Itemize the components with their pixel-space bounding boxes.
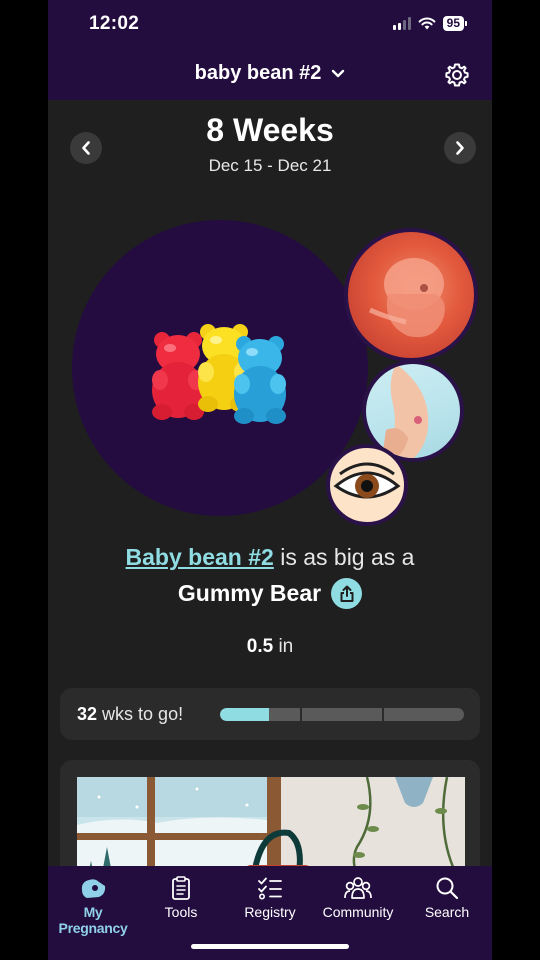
share-icon: [340, 585, 354, 602]
pregnancy-progress-bar: [220, 707, 464, 721]
fetus-development-thumbnail[interactable]: [344, 228, 478, 362]
size-length-value: 0.5: [246, 636, 274, 657]
baby-name-link[interactable]: Baby bean #2: [126, 544, 274, 570]
week-title: 8 Weeks: [206, 112, 334, 148]
blue-gummy-bear: [234, 336, 286, 424]
tab-search[interactable]: Search: [402, 876, 492, 920]
tab-label: Community: [322, 904, 394, 920]
pregnancy-icon: [81, 879, 106, 898]
phone-frame: 12:02 95 baby bean #2 8 Weeks Dec 15 - D…: [0, 0, 540, 960]
next-week-button[interactable]: [444, 132, 476, 164]
clipboard-icon: [172, 876, 190, 900]
eye-image: [333, 462, 401, 499]
profile-switcher[interactable]: baby bean #2: [48, 62, 492, 85]
checklist-icon: [258, 877, 282, 900]
pregnancy-progress-fill: [220, 707, 269, 721]
tab-my-pregnancy[interactable]: My Pregnancy: [48, 876, 138, 936]
trimester-divider: [382, 707, 384, 721]
week-date-range: Dec 15 - Dec 21: [208, 156, 332, 175]
share-button[interactable]: [331, 578, 363, 609]
eye-development-thumbnail[interactable]: [326, 444, 408, 526]
gear-icon[interactable]: [444, 62, 470, 88]
search-icon: [436, 877, 459, 900]
status-time: 12:02: [89, 13, 140, 34]
community-icon: [344, 877, 372, 899]
tab-community[interactable]: Community: [313, 876, 403, 920]
tab-label: My Pregnancy: [58, 904, 128, 936]
size-comparison-text: is as big as a: [280, 544, 415, 570]
status-icons: 95: [392, 16, 468, 31]
fetus-image: [368, 258, 445, 338]
weeks-to-go-text: 32 wks to go!: [77, 704, 183, 725]
gummy-bears-image: [152, 324, 286, 424]
profile-name: baby bean #2: [194, 62, 322, 84]
size-length: 0.5 in: [48, 636, 492, 658]
battery-indicator: 95: [442, 16, 468, 31]
home-indicator[interactable]: [191, 944, 349, 949]
trimester-divider: [300, 707, 302, 721]
tab-label: Tools: [164, 904, 198, 920]
cellular-signal-icon: [392, 17, 411, 30]
red-gummy-bear: [152, 332, 204, 420]
weeks-to-go-card[interactable]: 32 wks to go!: [60, 688, 480, 740]
size-length-unit: in: [278, 636, 294, 657]
size-object-name: Gummy Bear: [177, 580, 322, 606]
top-bar: 12:02 95 baby bean #2: [48, 0, 492, 100]
app-screen: 12:02 95 baby bean #2 8 Weeks Dec 15 - D…: [48, 0, 492, 960]
tab-label: Registry: [244, 904, 296, 920]
tab-label: Search: [424, 904, 470, 920]
wifi-icon: [418, 17, 436, 30]
chevron-right-icon: [456, 141, 464, 155]
size-comparison-illustration[interactable]: [72, 220, 368, 516]
size-object-row: Gummy Bear: [48, 578, 492, 609]
tab-registry[interactable]: Registry: [225, 876, 315, 920]
pregnant-belly-image: [382, 364, 429, 458]
tab-tools[interactable]: Tools: [136, 876, 226, 920]
chevron-down-icon: [332, 69, 345, 77]
size-description: Baby bean #2 is as big as a: [48, 544, 492, 571]
weeks-left-label: wks to go!: [102, 703, 184, 724]
weeks-left-count: 32: [77, 703, 98, 724]
